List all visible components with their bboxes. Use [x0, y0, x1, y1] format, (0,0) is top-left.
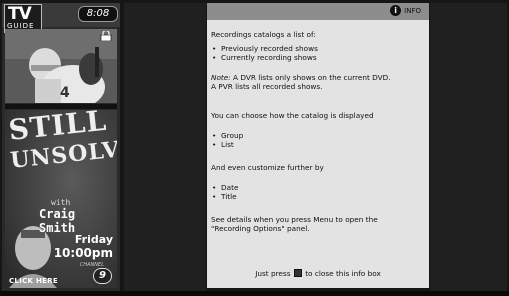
lock-icon: [100, 31, 112, 41]
sidebar-divider: [5, 104, 117, 109]
list-item: Currently recording shows: [211, 53, 425, 62]
details-line-2: "Recording Options" panel.: [211, 224, 310, 233]
promo-day: Friday: [74, 233, 113, 246]
customize-intro: And even customize further by: [211, 163, 324, 172]
bottom-strip: [0, 291, 509, 296]
info-icon: i: [390, 5, 402, 16]
footer-pre-text: Just press: [255, 269, 291, 278]
list-item: Title: [211, 192, 425, 201]
customize-options-list: Date Title: [211, 183, 425, 201]
info-note: Note: A DVR lists only shows on the curr…: [211, 73, 425, 82]
note-label: Note:: [211, 73, 231, 82]
catalog-list: Previously recorded shows Currently reco…: [211, 44, 425, 62]
details-line-1: See details when you press Menu to open …: [211, 215, 378, 224]
channel-number-badge: 9: [93, 268, 112, 284]
promo-time: 10:00pm: [53, 246, 113, 260]
list-item: Previously recorded shows: [211, 44, 425, 53]
right-dark-panel: [430, 3, 507, 291]
guide-sidebar: TV GUIDE 8:08 4 STILL UNSOLVED with Crai…: [2, 3, 120, 291]
list-item: List: [211, 140, 425, 149]
list-item: Group: [211, 131, 425, 140]
left-dark-panel: [124, 3, 206, 291]
promo-ad-still-unsolved[interactable]: STILL UNSOLVED with Craig Smith Friday 1…: [5, 110, 117, 288]
info-note-2: A PVR lists all recorded shows.: [211, 82, 323, 91]
click-here-link[interactable]: CLICK HERE: [9, 277, 58, 285]
footer-post-text: to close this info box: [305, 269, 381, 278]
remote-button-icon: [293, 269, 302, 277]
promo-with-text: with: [51, 198, 71, 207]
display-intro: You can choose how the catalog is displa…: [211, 111, 374, 120]
promo-host-name: Craig Smith: [39, 207, 76, 235]
clock-display: 8:08: [78, 6, 118, 22]
logo-tv-text: TV: [8, 4, 32, 24]
svg-text:4: 4: [60, 85, 70, 101]
info-badge-label: INFO: [404, 6, 421, 15]
info-header-bar: i INFO: [207, 3, 429, 20]
info-body: Recordings catalogs a list of: Previousl…: [211, 30, 425, 233]
ad-photo-football[interactable]: 4: [5, 29, 117, 103]
info-box: i INFO Recordings catalogs a list of: Pr…: [207, 3, 429, 288]
info-badge: i INFO: [390, 5, 421, 16]
display-options-list: Group List: [211, 131, 425, 149]
list-item: Date: [211, 183, 425, 192]
info-footer: Just press to close this info box: [207, 269, 429, 278]
info-intro: Recordings catalogs a list of:: [211, 30, 316, 39]
note-text: A DVR lists only shows on the current DV…: [230, 73, 391, 82]
